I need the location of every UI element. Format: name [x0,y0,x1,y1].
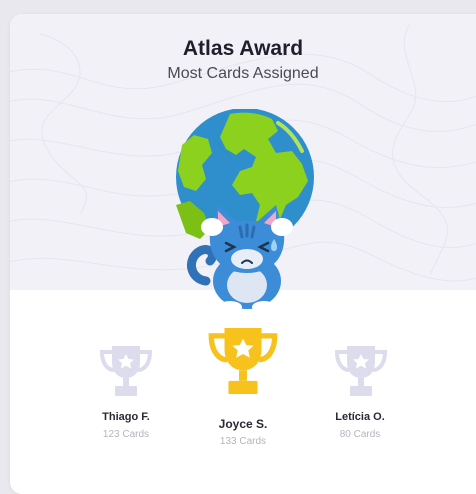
podium-name: Thiago F. [102,411,150,423]
podium-count: 80 Cards [339,429,381,440]
podium-count-winner: 133 Cards [219,436,267,447]
silver-trophy-icon [99,346,153,396]
podium-count: 123 Cards [102,429,150,440]
award-card: Atlas Award Most Cards Assigned Thiago F… [10,14,476,494]
cat-holding-globe-illustration [176,109,314,313]
gold-trophy-icon [208,327,278,395]
podium-name: Letícia O. [335,411,385,423]
award-subtitle: Most Cards Assigned [167,65,319,82]
award-header: Atlas Award Most Cards Assigned [10,14,476,313]
podium-name-winner: Joyce S. [218,417,268,431]
award-title: Atlas Award [182,37,304,60]
silver-trophy-icon [334,346,388,396]
